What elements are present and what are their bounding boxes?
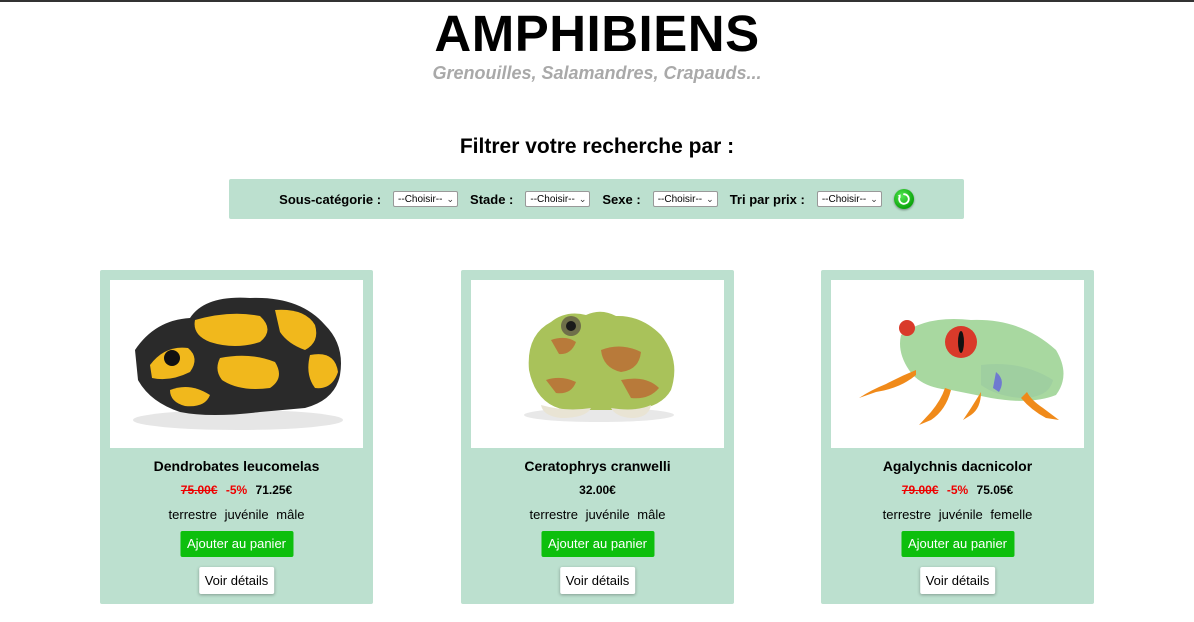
chevron-down-icon: ⌄ xyxy=(870,193,878,204)
add-to-cart-button[interactable]: Ajouter au panier xyxy=(900,531,1015,557)
reset-filters-button[interactable] xyxy=(893,189,914,209)
product-name: Agalychnis dacnicolor xyxy=(882,458,1033,474)
stage-select[interactable]: --Choisir-- ⌄ xyxy=(525,191,591,207)
chevron-down-icon: ⌄ xyxy=(706,193,714,204)
tag-stage: juvénile xyxy=(938,507,983,522)
filter-bar: Sous-catégorie : --Choisir-- ⌄ Stade : -… xyxy=(229,179,964,219)
sex-select[interactable]: --Choisir-- ⌄ xyxy=(652,191,718,207)
tag-sex: femelle xyxy=(990,507,1033,522)
product-image-dendrobates[interactable] xyxy=(110,280,363,448)
tag-habitat: terrestre xyxy=(168,507,217,522)
product-tags: terrestre juvénile mâle xyxy=(100,507,373,522)
product-tags: terrestre juvénile mâle xyxy=(461,507,734,522)
tag-sex: mâle xyxy=(276,507,305,522)
refresh-icon xyxy=(897,193,910,205)
current-price: 75.05€ xyxy=(976,483,1014,497)
sex-label: Sexe : xyxy=(602,191,641,207)
subcategory-select-value: --Choisir-- xyxy=(398,193,443,205)
chevron-down-icon: ⌄ xyxy=(446,193,455,204)
current-price: 32.00€ xyxy=(579,483,616,497)
product-name: Ceratophrys cranwelli xyxy=(524,458,671,474)
tag-habitat: terrestre xyxy=(882,507,932,522)
subcategory-label: Sous-catégorie : xyxy=(279,191,382,207)
product-tags: terrestre juvénile femelle xyxy=(821,507,1094,522)
add-to-cart-button[interactable]: Ajouter au panier xyxy=(179,531,294,557)
page-subtitle: Grenouilles, Salamandres, Crapauds... xyxy=(432,63,762,83)
price-sort-select-value: --Choisir-- xyxy=(821,193,867,205)
old-price: 75.00€ xyxy=(180,483,218,497)
product-card: Dendrobates leucomelas 75.00€ -5% 71.25€… xyxy=(100,270,373,604)
product-image-agalychnis[interactable] xyxy=(831,280,1084,448)
discount-badge: -5% xyxy=(225,483,248,497)
tag-sex: mâle xyxy=(637,507,666,522)
subcategory-select[interactable]: --Choisir-- ⌄ xyxy=(393,191,459,207)
price-sort-label: Tri par prix : xyxy=(729,191,805,207)
product-card: Agalychnis dacnicolor 79.00€ -5% 75.05€ … xyxy=(821,270,1094,604)
page-title: AMPHIBIENS xyxy=(434,5,760,62)
product-prices: 32.00€ xyxy=(461,483,734,497)
tag-habitat: terrestre xyxy=(529,507,578,522)
stage-label: Stade : xyxy=(470,191,514,207)
stage-select-value: --Choisir-- xyxy=(530,193,575,205)
product-name: Dendrobates leucomelas xyxy=(153,458,320,474)
view-details-button[interactable]: Voir détails xyxy=(559,567,636,594)
product-card: Ceratophrys cranwelli 32.00€ terrestre j… xyxy=(461,270,734,604)
view-details-button[interactable]: Voir détails xyxy=(198,567,275,594)
product-prices: 75.00€ -5% 71.25€ xyxy=(100,483,373,497)
product-image-ceratophrys[interactable] xyxy=(471,280,724,448)
tag-stage: juvénile xyxy=(224,507,269,522)
old-price: 79.00€ xyxy=(901,483,939,497)
current-price: 71.25€ xyxy=(255,483,293,497)
price-sort-select[interactable]: --Choisir-- ⌄ xyxy=(816,191,882,207)
filter-heading: Filtrer votre recherche par : xyxy=(459,135,735,158)
view-details-button[interactable]: Voir détails xyxy=(919,567,996,594)
tag-stage: juvénile xyxy=(585,507,630,522)
discount-badge: -5% xyxy=(946,483,969,497)
product-prices: 79.00€ -5% 75.05€ xyxy=(821,483,1094,497)
sex-select-value: --Choisir-- xyxy=(657,193,703,205)
add-to-cart-button[interactable]: Ajouter au panier xyxy=(540,531,655,557)
chevron-down-icon: ⌄ xyxy=(578,193,587,204)
